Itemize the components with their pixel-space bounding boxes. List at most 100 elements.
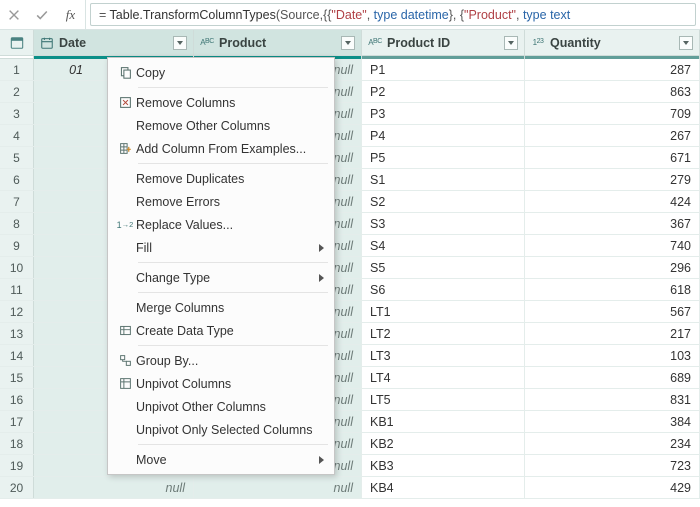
menu-remove-columns[interactable]: Remove Columns [108,91,334,114]
cell-product-id[interactable]: LT3 [362,345,525,366]
cell-quantity[interactable]: 863 [525,81,700,102]
menu-replace-values[interactable]: 1→2 Replace Values... [108,213,334,236]
cell-quantity[interactable]: 671 [525,147,700,168]
cell-product-id[interactable]: P3 [362,103,525,124]
row-number[interactable]: 20 [0,477,34,498]
fx-icon[interactable]: fx [56,0,86,29]
table-row[interactable]: 14nullnullLT3103 [0,345,700,367]
cell-product-id[interactable]: LT5 [362,389,525,410]
menu-unpivot-columns[interactable]: Unpivot Columns [108,372,334,395]
table-row[interactable]: 13nullnullLT2217 [0,323,700,345]
table-row[interactable]: 16nullnullLT5831 [0,389,700,411]
table-row[interactable]: 19nullnullKB3723 [0,455,700,477]
row-number[interactable]: 1 [0,59,34,80]
table-row[interactable]: 9nullnullS4740 [0,235,700,257]
cell-product-id[interactable]: KB3 [362,455,525,476]
row-number[interactable]: 11 [0,279,34,300]
menu-group-by[interactable]: Group By... [108,349,334,372]
menu-unpivot-selected-columns[interactable]: Unpivot Only Selected Columns [108,418,334,441]
cell-product-id[interactable]: S3 [362,213,525,234]
cell-product-id[interactable]: P1 [362,59,525,80]
table-row[interactable]: 20nullnullKB4429 [0,477,700,499]
cell-quantity[interactable]: 103 [525,345,700,366]
table-row[interactable]: 2nullnullP2863 [0,81,700,103]
table-row[interactable]: 18nullnullKB2234 [0,433,700,455]
row-number[interactable]: 17 [0,411,34,432]
row-number[interactable]: 13 [0,323,34,344]
table-row[interactable]: 4nullnullP4267 [0,125,700,147]
menu-merge-columns[interactable]: Merge Columns [108,296,334,319]
cell-quantity[interactable]: 567 [525,301,700,322]
filter-icon[interactable] [341,36,355,50]
table-row[interactable]: 8nullnullS3367 [0,213,700,235]
row-number[interactable]: 16 [0,389,34,410]
row-number[interactable]: 2 [0,81,34,102]
menu-remove-other-columns[interactable]: Remove Other Columns [108,114,334,137]
cell-product-id[interactable]: LT2 [362,323,525,344]
row-number[interactable]: 19 [0,455,34,476]
cell-quantity[interactable]: 740 [525,235,700,256]
cell-product-id[interactable]: KB4 [362,477,525,498]
filter-icon[interactable] [504,36,518,50]
row-number[interactable]: 10 [0,257,34,278]
menu-unpivot-other-columns[interactable]: Unpivot Other Columns [108,395,334,418]
cell-quantity[interactable]: 709 [525,103,700,124]
menu-remove-duplicates[interactable]: Remove Duplicates [108,167,334,190]
table-row[interactable]: 3nullnullP3709 [0,103,700,125]
row-number[interactable]: 18 [0,433,34,454]
formula-input[interactable]: = Table.TransformColumnTypes(Source,{{"D… [90,3,696,26]
cell-date[interactable]: null [34,477,194,498]
cell-product-id[interactable]: P5 [362,147,525,168]
cell-quantity[interactable]: 234 [525,433,700,454]
row-number[interactable]: 12 [0,301,34,322]
cell-quantity[interactable]: 279 [525,169,700,190]
cell-quantity[interactable]: 831 [525,389,700,410]
cell-quantity[interactable]: 287 [525,59,700,80]
cell-product-id[interactable]: S6 [362,279,525,300]
column-header-product[interactable]: ABC Product [194,30,362,55]
menu-create-data-type[interactable]: Create Data Type [108,319,334,342]
table-row[interactable]: 15nullnullLT4689 [0,367,700,389]
cell-quantity[interactable]: 429 [525,477,700,498]
cell-product-id[interactable]: P4 [362,125,525,146]
row-number[interactable]: 14 [0,345,34,366]
cell-quantity[interactable]: 217 [525,323,700,344]
cell-product-id[interactable]: LT1 [362,301,525,322]
table-row[interactable]: 101nullP1287 [0,59,700,81]
table-row[interactable]: 11nullnullS6618 [0,279,700,301]
cell-product-id[interactable]: KB2 [362,433,525,454]
cell-quantity[interactable]: 296 [525,257,700,278]
row-number[interactable]: 15 [0,367,34,388]
column-header-quantity[interactable]: 123 Quantity [525,30,700,55]
cell-quantity[interactable]: 384 [525,411,700,432]
cell-product-id[interactable]: P2 [362,81,525,102]
table-row[interactable]: 5nullnullP5671 [0,147,700,169]
cell-product-id[interactable]: S4 [362,235,525,256]
menu-fill[interactable]: Fill [108,236,334,259]
menu-remove-errors[interactable]: Remove Errors [108,190,334,213]
cell-quantity[interactable]: 723 [525,455,700,476]
cell-quantity[interactable]: 618 [525,279,700,300]
select-all-corner[interactable] [0,30,34,55]
row-number[interactable]: 8 [0,213,34,234]
row-number[interactable]: 6 [0,169,34,190]
cell-quantity[interactable]: 424 [525,191,700,212]
cell-product-id[interactable]: S5 [362,257,525,278]
cell-product-id[interactable]: S2 [362,191,525,212]
row-number[interactable]: 4 [0,125,34,146]
cell-quantity[interactable]: 267 [525,125,700,146]
filter-icon[interactable] [173,36,187,50]
menu-copy[interactable]: Copy [108,61,334,84]
table-row[interactable]: 10nullnullS5296 [0,257,700,279]
column-header-product-id[interactable]: ABC Product ID [362,30,525,55]
row-number[interactable]: 9 [0,235,34,256]
commit-formula-button[interactable] [28,0,56,29]
cell-product-id[interactable]: KB1 [362,411,525,432]
cancel-formula-button[interactable] [0,0,28,29]
table-row[interactable]: 17nullnullKB1384 [0,411,700,433]
filter-icon[interactable] [679,36,693,50]
cell-product-id[interactable]: LT4 [362,367,525,388]
table-row[interactable]: 12nullnullLT1567 [0,301,700,323]
column-header-date[interactable]: Date [34,30,194,55]
cell-product[interactable]: null [194,477,362,498]
